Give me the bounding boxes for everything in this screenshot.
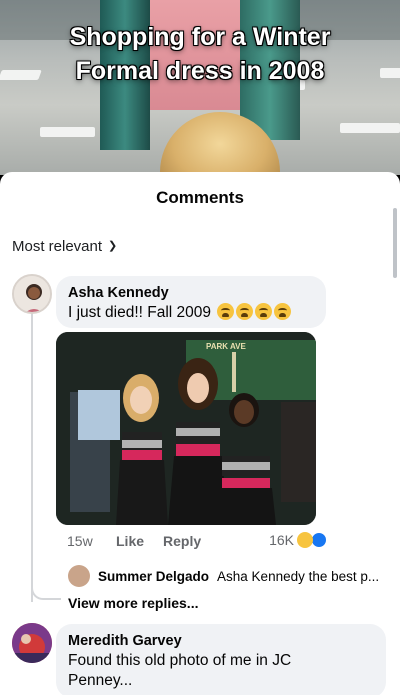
video-background: Shopping for a Winter Formal dress in 20… — [0, 0, 400, 175]
sort-dropdown[interactable]: Most relevant ❯ — [12, 238, 117, 255]
photo-sign-text: PARK AVE — [206, 342, 247, 351]
comment-time: 15w — [67, 533, 93, 549]
sheet-title: Comments — [156, 188, 244, 207]
comment-text: I just died!! Fall 2009 — [68, 303, 314, 323]
comment-text: Penney... — [68, 672, 133, 689]
ceiling-light — [340, 123, 400, 133]
comment-author[interactable]: Meredith Garvey — [68, 632, 374, 651]
scrollbar[interactable] — [393, 208, 397, 278]
haha-reaction-icon — [297, 532, 313, 548]
sort-label: Most relevant — [12, 238, 103, 255]
thread-line — [31, 312, 33, 602]
crying-laughing-emoji-icon — [274, 303, 292, 320]
caption-line: Shopping for a Winter — [69, 23, 331, 51]
comment-text: Found this old photo of me in JC — [68, 652, 292, 669]
view-more-replies-link[interactable]: View more replies... — [68, 595, 198, 611]
ceiling-light — [40, 127, 95, 137]
avatar[interactable] — [12, 274, 52, 314]
video-caption: Shopping for a Winter Formal dress in 20… — [0, 20, 400, 88]
prom-photo: PARK AVE — [56, 332, 316, 525]
caption-line: Formal dress in 2008 — [75, 57, 325, 85]
crying-laughing-emoji-icon — [217, 303, 235, 320]
comment-photo[interactable]: PARK AVE — [56, 332, 316, 525]
reply-author: Summer Delgado — [98, 568, 210, 584]
reaction-summary[interactable]: 16K — [269, 531, 328, 549]
comment-bubble: Asha Kennedy I just died!! Fall 2009 — [56, 276, 326, 328]
chevron-down-icon: ❯ — [108, 240, 118, 252]
reply-text: Asha Kennedy the best p... — [217, 568, 380, 584]
comment-author[interactable]: Asha Kennedy — [68, 284, 314, 303]
like-button[interactable]: Like — [116, 533, 144, 549]
reply-button[interactable]: Reply — [163, 533, 201, 549]
avatar-photo — [12, 623, 52, 663]
comment-text-body: I just died!! Fall 2009 — [68, 304, 212, 321]
reaction-count: 16K — [269, 532, 294, 548]
comments-sheet: Comments Most relevant ❯ Asha Kennedy I … — [0, 172, 400, 695]
reply-preview[interactable]: Summer Delgado Asha Kennedy the best p..… — [68, 565, 390, 587]
crying-laughing-emoji-icon — [236, 303, 254, 320]
thread-connector — [31, 570, 61, 600]
crying-laughing-emoji-icon — [255, 303, 273, 320]
comment-bubble: Meredith Garvey Found this old photo of … — [56, 624, 386, 695]
avatar-photo — [14, 276, 50, 312]
avatar[interactable] — [12, 623, 52, 663]
reply-avatar — [68, 565, 90, 587]
